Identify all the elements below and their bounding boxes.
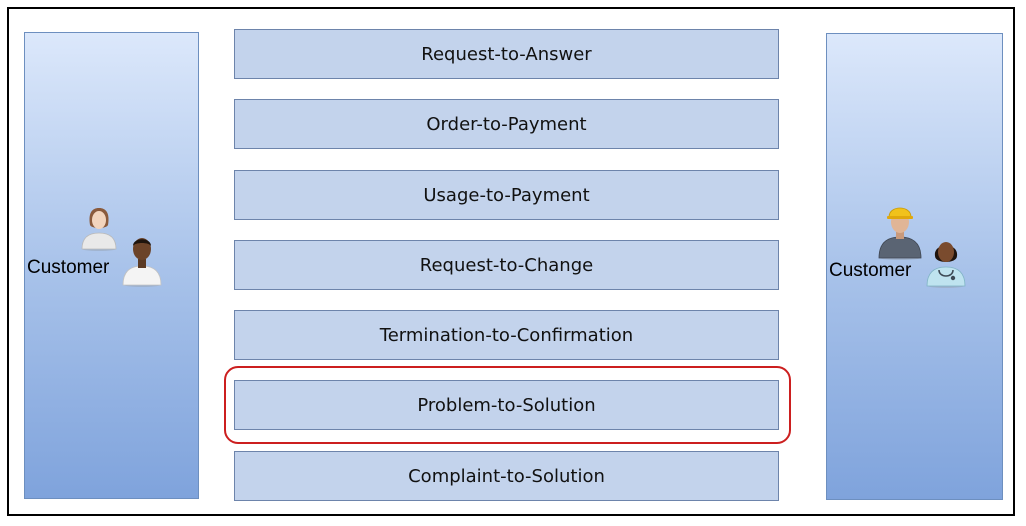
right-customer-panel: Customer bbox=[826, 33, 1003, 500]
left-customer-panel: Customer bbox=[24, 32, 199, 499]
process-box-termination-to-confirmation: Termination-to-Confirmation bbox=[234, 310, 779, 360]
process-box-request-to-answer: Request-to-Answer bbox=[234, 29, 779, 79]
process-box-complaint-to-solution: Complaint-to-Solution bbox=[234, 451, 779, 501]
customer-label: Customer bbox=[27, 257, 110, 278]
highlight-outline bbox=[224, 366, 791, 444]
customer-label: Customer bbox=[829, 260, 912, 281]
doctor-stethoscope-avatar-icon bbox=[926, 242, 966, 288]
process-box-usage-to-payment: Usage-to-Payment bbox=[234, 170, 779, 220]
process-box-order-to-payment: Order-to-Payment bbox=[234, 99, 779, 149]
man-avatar-icon bbox=[122, 238, 162, 287]
worker-hardhat-avatar-icon bbox=[878, 207, 922, 260]
woman-avatar-icon bbox=[81, 208, 117, 251]
process-box-request-to-change: Request-to-Change bbox=[234, 240, 779, 290]
